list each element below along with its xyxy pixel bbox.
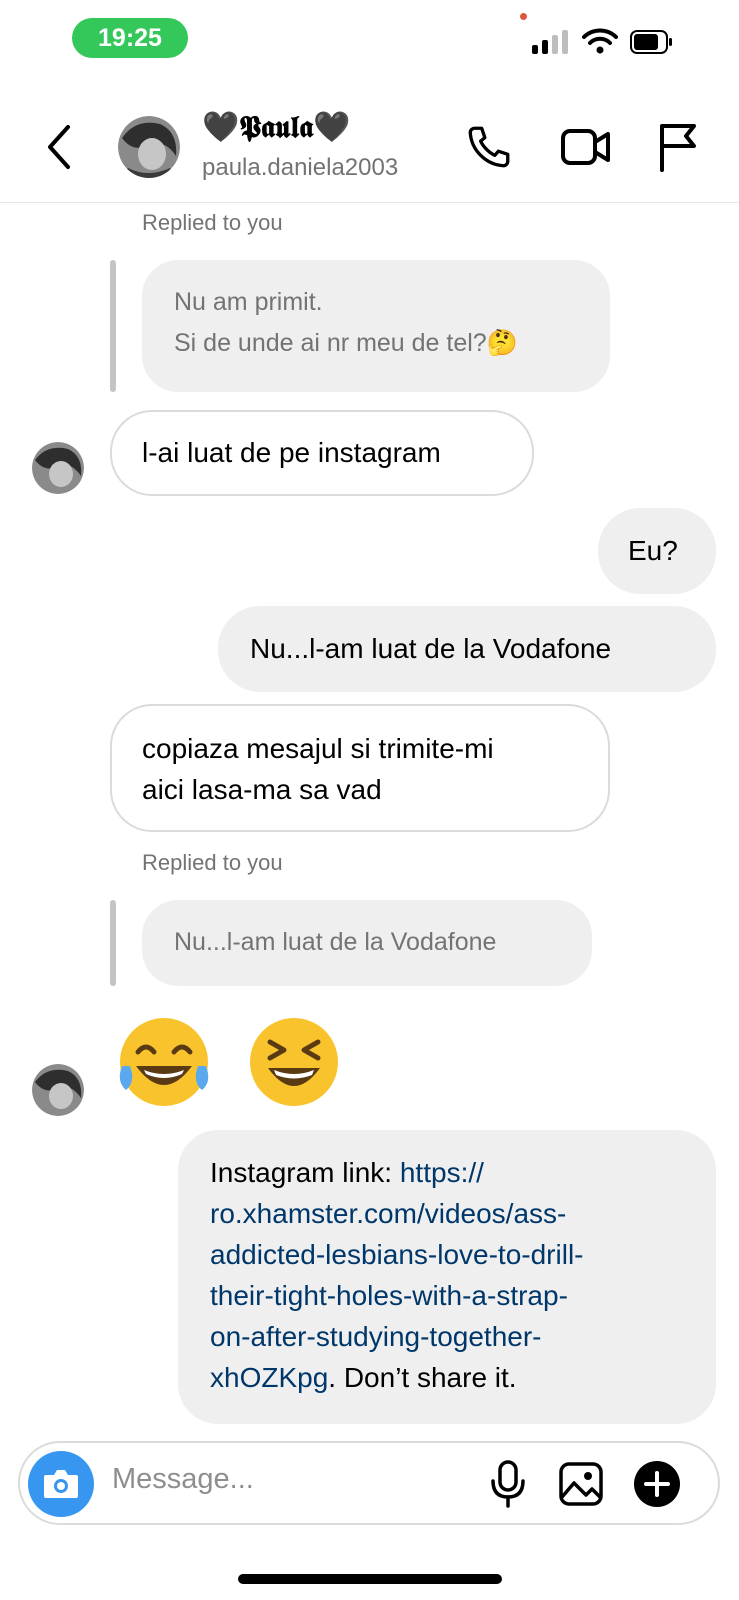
quoted-message[interactable]: Nu...l-am luat de la Vodafone [142,900,592,986]
microphone-icon[interactable] [488,1459,528,1509]
message-text: l-ai luat de pe instagram [142,437,441,468]
quoted-line: Nu...l-am luat de la Vodafone [174,928,497,956]
contact-avatar[interactable] [118,116,180,178]
emoji-message-grinning-squint[interactable] [244,1012,344,1112]
message-text: aici lasa-ma sa vad [142,774,382,805]
camera-icon [44,1470,78,1498]
contact-name[interactable]: 🖤𝕻𝖆𝖚𝖑𝖆🖤 [202,110,351,145]
video-camera-icon[interactable] [560,122,612,172]
incoming-message[interactable]: l-ai luat de pe instagram [110,410,534,496]
message-link[interactable]: addicted-lesbians-love-to-drill- [210,1234,684,1275]
outgoing-message-with-link[interactable]: Instagram link: https:// ro.xhamster.com… [178,1130,716,1424]
reply-indicator-line [110,260,116,392]
reply-indicator-line [110,900,116,986]
replied-label: Replied to you [142,210,283,235]
plus-circle-icon[interactable] [632,1459,682,1509]
message-text: Instagram link: [210,1157,400,1188]
sender-avatar[interactable] [32,442,84,494]
cellular-signal-icon [532,30,568,54]
quoted-message[interactable]: Nu am primit. Si de unde ai nr meu de te… [142,260,610,392]
replied-label: Replied to you [142,850,283,875]
quoted-line: Si de unde ai nr meu de tel?🤔 [174,329,518,357]
message-link[interactable]: their-tight-holes-with-a-strap- [210,1275,684,1316]
chevron-left-icon[interactable] [40,122,76,172]
status-bar: 19:25 [0,0,739,80]
chat-header: 🖤𝕻𝖆𝖚𝖑𝖆🖤 paula.daniela2003 [0,98,739,203]
status-time: 19:25 [72,18,188,58]
message-text: Nu...l-am luat de la Vodafone [250,633,612,664]
emoji-message-laughing-tears[interactable] [114,1012,214,1112]
flag-icon[interactable] [656,122,700,172]
contact-username[interactable]: paula.daniela2003 [202,154,398,182]
battery-icon [630,30,672,54]
message-link[interactable]: https:// [400,1157,484,1188]
message-text: Eu? [628,535,678,566]
message-text: . Don’t share it. [328,1362,517,1393]
home-indicator[interactable] [238,1574,502,1584]
message-composer: Message... [18,1441,720,1525]
message-input[interactable]: Message... [112,1463,254,1496]
sender-avatar[interactable] [32,1064,84,1116]
incoming-message[interactable]: copiaza mesajul si trimite-mi aici lasa-… [110,704,610,832]
message-link[interactable]: on-after-studying-together- [210,1316,684,1357]
phone-icon[interactable] [464,122,514,172]
image-icon[interactable] [558,1461,604,1507]
camera-button[interactable] [28,1451,94,1517]
privacy-indicator-dot [520,13,527,20]
message-text: copiaza mesajul si trimite-mi [142,733,494,764]
quoted-line: Nu am primit. [174,288,323,316]
message-link[interactable]: ro.xhamster.com/videos/ass- [210,1193,684,1234]
outgoing-message[interactable]: Eu? [598,508,716,594]
outgoing-message[interactable]: Nu...l-am luat de la Vodafone [218,606,716,692]
message-link[interactable]: xhOZKpg [210,1362,328,1393]
wifi-icon [582,28,618,54]
